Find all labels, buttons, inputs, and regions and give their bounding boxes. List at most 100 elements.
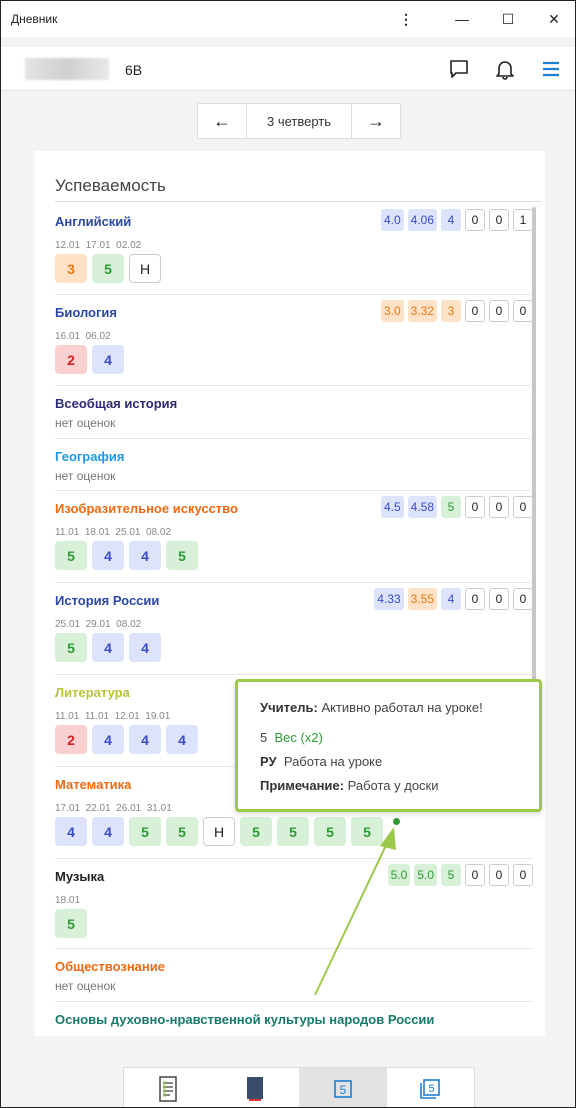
maximize-button[interactable]: ☐: [485, 1, 531, 37]
subject-name[interactable]: История России: [55, 593, 159, 608]
close-button[interactable]: ✕: [531, 1, 575, 37]
stat-badge: 0: [489, 864, 509, 886]
tooltip-teacher-text: Активно работал на уроке!: [321, 700, 483, 715]
subject-name[interactable]: Литература: [55, 685, 130, 700]
minimize-button[interactable]: —: [439, 1, 485, 37]
tooltip-type-label: РУ: [260, 754, 277, 769]
grade-badge[interactable]: 2: [55, 725, 87, 754]
subject-divider: [55, 674, 533, 675]
subject-name[interactable]: Основы духовно-нравственной культуры нар…: [55, 1012, 434, 1027]
grade-badge[interactable]: 4: [92, 633, 124, 662]
grade-icon: 5: [333, 1080, 352, 1098]
stat-badge: 0: [489, 300, 509, 322]
stat-badge: 0: [513, 496, 533, 518]
grade-badge[interactable]: 5: [277, 817, 309, 846]
bell-icon[interactable]: [491, 55, 519, 83]
grades-card: Успеваемость Английский 4.0 4.06 4 0 0 1 12.01 …: [35, 151, 545, 1036]
tab-book[interactable]: [212, 1068, 300, 1107]
stat-badge: 0: [489, 209, 509, 231]
stat-badge: 0: [489, 496, 509, 518]
tab-final-grades[interactable]: 5: [387, 1068, 475, 1107]
kebab-menu-icon[interactable]: ⋮: [383, 1, 429, 37]
grade-badge[interactable]: 4: [92, 541, 124, 570]
grade-badge[interactable]: 4: [129, 725, 161, 754]
quarter-label: 3 четверть: [246, 104, 352, 138]
prev-quarter-button[interactable]: ←: [198, 104, 246, 138]
diary-icon: [159, 1076, 177, 1102]
grade-badge[interactable]: 5: [166, 817, 198, 846]
grade-dates: 11.01 11.01 12.01 19.01: [55, 711, 171, 722]
tooltip-type-text: Работа на уроке: [283, 754, 383, 769]
subject-divider: [55, 294, 533, 295]
grade-badge[interactable]: 5: [240, 817, 272, 846]
menu-icon[interactable]: [537, 55, 565, 83]
app-window: Дневник ⋮ — ☐ ✕ 6В ← 3 четверть → Успева…: [0, 0, 576, 1108]
grade-dates: 17.01 22.01 26.01 31.01: [55, 803, 172, 814]
subject-name[interactable]: Обществознание: [55, 959, 165, 974]
subject-stats: 4.5 4.58 5 0 0 0: [380, 496, 533, 518]
book-icon: [247, 1077, 264, 1101]
grade-badge[interactable]: 5: [166, 541, 198, 570]
quarter-switcher: ← 3 четверть →: [197, 103, 401, 139]
grade-badge[interactable]: 5: [92, 254, 124, 283]
subject-name[interactable]: Биология: [55, 305, 117, 320]
tooltip-note-text: Работа у доски: [347, 778, 439, 793]
next-quarter-button[interactable]: →: [352, 104, 400, 138]
grade-badge[interactable]: 4: [55, 817, 87, 846]
card-title: Успеваемость: [55, 176, 166, 195]
stat-badge: 5.0: [414, 864, 437, 886]
subject-name[interactable]: Математика: [55, 777, 131, 792]
stat-badge: 0: [465, 300, 485, 322]
svg-text:5: 5: [429, 1083, 435, 1095]
stat-badge: 1: [513, 209, 533, 231]
grade-badge[interactable]: 4: [92, 817, 124, 846]
grade-badge[interactable]: 4: [129, 541, 161, 570]
subject-divider: [55, 438, 533, 439]
stat-badge: 4: [441, 209, 461, 231]
grade-badge[interactable]: 5: [129, 817, 161, 846]
grade-badge[interactable]: 5: [55, 541, 87, 570]
tab-grades[interactable]: 5: [299, 1068, 387, 1107]
stat-badge: 0: [465, 496, 485, 518]
grade-badge[interactable]: 4: [129, 633, 161, 662]
tooltip-teacher-row: Учитель: Активно работал на уроке!: [260, 700, 483, 715]
stat-badge: 3.0: [380, 300, 404, 322]
final-grades-icon: 5: [420, 1079, 441, 1099]
grade-badge[interactable]: 2: [55, 345, 87, 374]
grade-dates: 25.01 29.01 08.02: [55, 619, 142, 630]
grade-badge[interactable]: 5: [314, 817, 346, 846]
grade-dates: 12.01 17.01 02.02: [55, 240, 142, 251]
stat-badge: 0: [513, 588, 533, 610]
subject-name[interactable]: Английский: [55, 214, 131, 229]
stat-badge: 5.0: [387, 864, 411, 886]
grade-badge[interactable]: 3: [55, 254, 87, 283]
stat-badge: 0: [465, 864, 485, 886]
grade-badge[interactable]: Н: [129, 254, 161, 283]
chat-icon[interactable]: [445, 55, 473, 83]
tab-diary[interactable]: [124, 1068, 212, 1107]
svg-text:5: 5: [339, 1083, 346, 1097]
grade-badge[interactable]: 4: [92, 345, 124, 374]
bottom-tab-bar: 5 5: [123, 1067, 475, 1107]
stat-badge: 4.33: [374, 588, 404, 610]
stat-badge: 0: [465, 209, 485, 231]
app-header: 6В: [1, 47, 575, 91]
grade-badge[interactable]: 4: [92, 725, 124, 754]
grade-badge[interactable]: 5: [55, 909, 87, 938]
grade-badge[interactable]: 5: [351, 817, 383, 846]
subject-stats: 4.33 3.55 4 0 0 0: [374, 588, 533, 610]
subject-divider: [55, 582, 533, 583]
subject-name[interactable]: Всеобщая история: [55, 396, 177, 411]
grade-badge[interactable]: 4: [166, 725, 198, 754]
grade-dates: 16.01 06.02: [55, 331, 111, 342]
stat-badge: 3.32: [407, 300, 437, 322]
grade-badge[interactable]: Н: [203, 817, 235, 846]
subject-name[interactable]: География: [55, 449, 124, 464]
scrollbar[interactable]: [532, 207, 536, 752]
grade-badge[interactable]: 5: [55, 633, 87, 662]
title-divider: [55, 201, 541, 202]
selected-grade-dot: [393, 818, 400, 825]
subject-divider: [55, 858, 533, 859]
subject-name[interactable]: Музыка: [55, 869, 104, 884]
subject-name[interactable]: Изобразительное искусство: [55, 501, 238, 516]
